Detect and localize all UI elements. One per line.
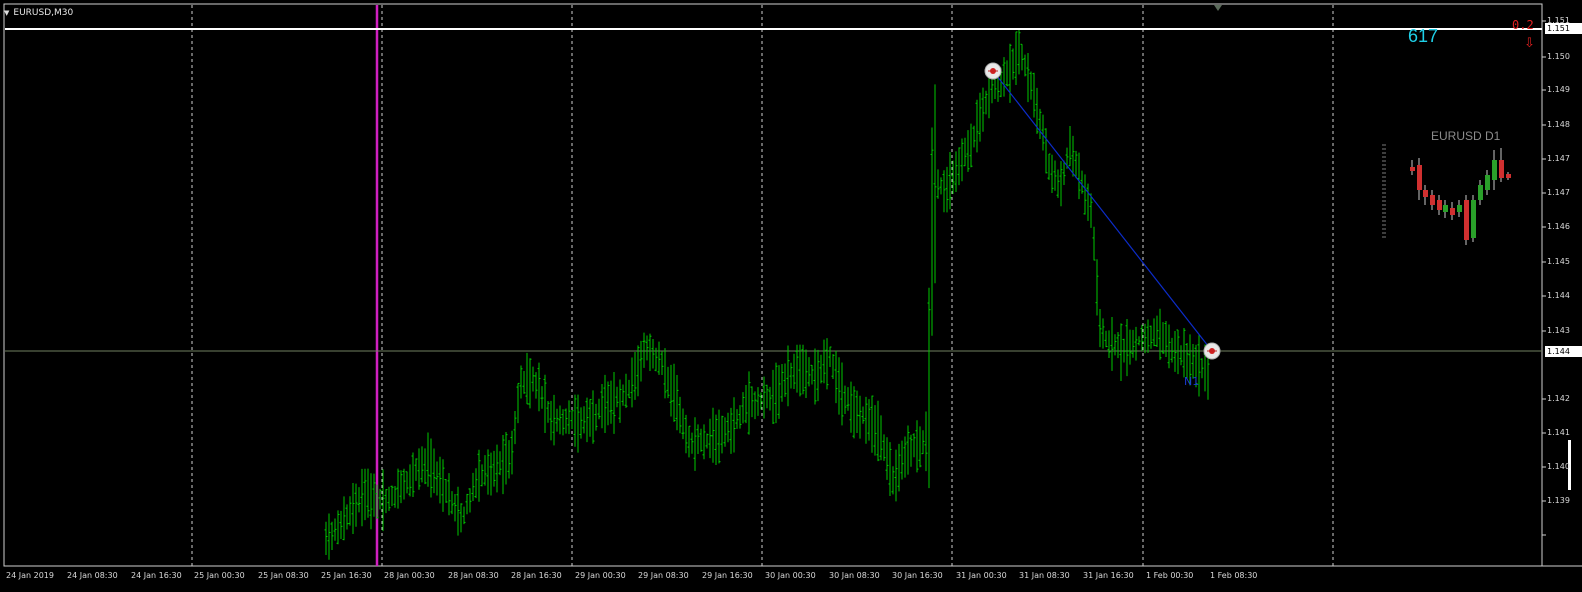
time-axis-label: 25 Jan 08:30: [258, 571, 309, 580]
mini-chart-title: EURUSD D1: [1431, 129, 1501, 143]
price-chart-canvas[interactable]: [0, 0, 1582, 592]
time-axis-label: 30 Jan 08:30: [829, 571, 880, 580]
price-axis-label: 1.150: [1547, 52, 1570, 61]
mini-candle-body: [1471, 200, 1476, 238]
trendline-label: N1: [1184, 375, 1200, 388]
price-axis-label: 1.147: [1547, 154, 1570, 163]
price-axis-label: 1.142: [1547, 394, 1570, 403]
down-arrow-icon: ⇩: [1524, 36, 1535, 51]
chart-shift-marker-icon[interactable]: [1214, 5, 1222, 11]
chart-symbol-title: EURUSD,M30: [13, 8, 74, 18]
price-bars: [324, 30, 1210, 560]
time-axis-label: 25 Jan 16:30: [321, 571, 372, 580]
time-axis-label: 24 Jan 2019: [6, 571, 54, 580]
time-axis-label: 1 Feb 00:30: [1146, 571, 1194, 580]
mini-candle-body: [1464, 200, 1469, 240]
mini-candle-body: [1430, 195, 1435, 205]
mini-candle-body: [1410, 167, 1415, 171]
time-axis-label: 28 Jan 00:30: [384, 571, 435, 580]
alert-value-label: 0.2: [1512, 18, 1534, 32]
chart-window[interactable]: ▼ EURUSD,M30 617 EURUSD D1 0.2 ⇩ N1 1.15…: [0, 0, 1582, 592]
time-axis-label: 31 Jan 16:30: [1083, 571, 1134, 580]
mini-candle-body: [1423, 190, 1428, 197]
time-axis-label: 30 Jan 16:30: [892, 571, 943, 580]
price-axis-label: 1.140: [1547, 462, 1570, 471]
mini-candle-body: [1417, 165, 1422, 190]
triangle-down-icon[interactable]: ▼: [4, 9, 9, 17]
price-axis-label: 1.141: [1547, 428, 1570, 437]
plot-frame: [3, 3, 1543, 567]
time-axis-label: 1 Feb 08:30: [1210, 571, 1258, 580]
trendline-anchor-start-icon[interactable]: [984, 62, 1002, 80]
horizontal-line-price-tag: 1.151: [1545, 23, 1582, 34]
price-axis-label: 1.147: [1547, 188, 1570, 197]
time-axis-label: 25 Jan 00:30: [194, 571, 245, 580]
current-price-tag: 1.144: [1545, 346, 1582, 357]
time-axis-label: 29 Jan 16:30: [702, 571, 753, 580]
mini-chart-d1: [1410, 148, 1511, 245]
chart-title-bar[interactable]: ▼ EURUSD,M30: [4, 6, 73, 20]
time-axis-label: 31 Jan 08:30: [1019, 571, 1070, 580]
price-axis-label: 1.146: [1547, 222, 1570, 231]
mini-candle-body: [1443, 205, 1448, 212]
mini-candle-body: [1485, 175, 1490, 190]
mini-chart-scale-icon: [1382, 144, 1386, 238]
time-axis-label: 29 Jan 08:30: [638, 571, 689, 580]
time-axis-label: 29 Jan 00:30: [575, 571, 626, 580]
time-axis-label: 31 Jan 00:30: [956, 571, 1007, 580]
mini-candle-body: [1437, 200, 1442, 210]
mini-candle-body: [1457, 205, 1462, 212]
mini-candle-body: [1450, 208, 1455, 215]
trendline[interactable]: [992, 70, 1213, 352]
mini-candle-body: [1499, 160, 1504, 178]
price-axis-label: 1.139: [1547, 496, 1570, 505]
time-axis-label: 28 Jan 16:30: [511, 571, 562, 580]
grid-lines: [191, 5, 1546, 566]
price-axis-label: 1.144: [1547, 291, 1570, 300]
time-axis-label: 30 Jan 00:30: [765, 571, 816, 580]
price-axis-label: 1.149: [1547, 85, 1570, 94]
price-axis-label: 1.145: [1547, 257, 1570, 266]
price-axis-label: 1.148: [1547, 120, 1570, 129]
price-axis-label: 1.143: [1547, 326, 1570, 335]
bar-counter-label: 617: [1408, 26, 1439, 46]
mini-candle-body: [1478, 185, 1483, 200]
trendline-anchor-end-icon[interactable]: [1203, 342, 1221, 360]
time-axis-label: 28 Jan 08:30: [448, 571, 499, 580]
mini-candle-body: [1506, 174, 1511, 178]
time-axis-label: 24 Jan 16:30: [131, 571, 182, 580]
time-axis-label: 24 Jan 08:30: [67, 571, 118, 580]
mini-candle-body: [1492, 160, 1497, 180]
